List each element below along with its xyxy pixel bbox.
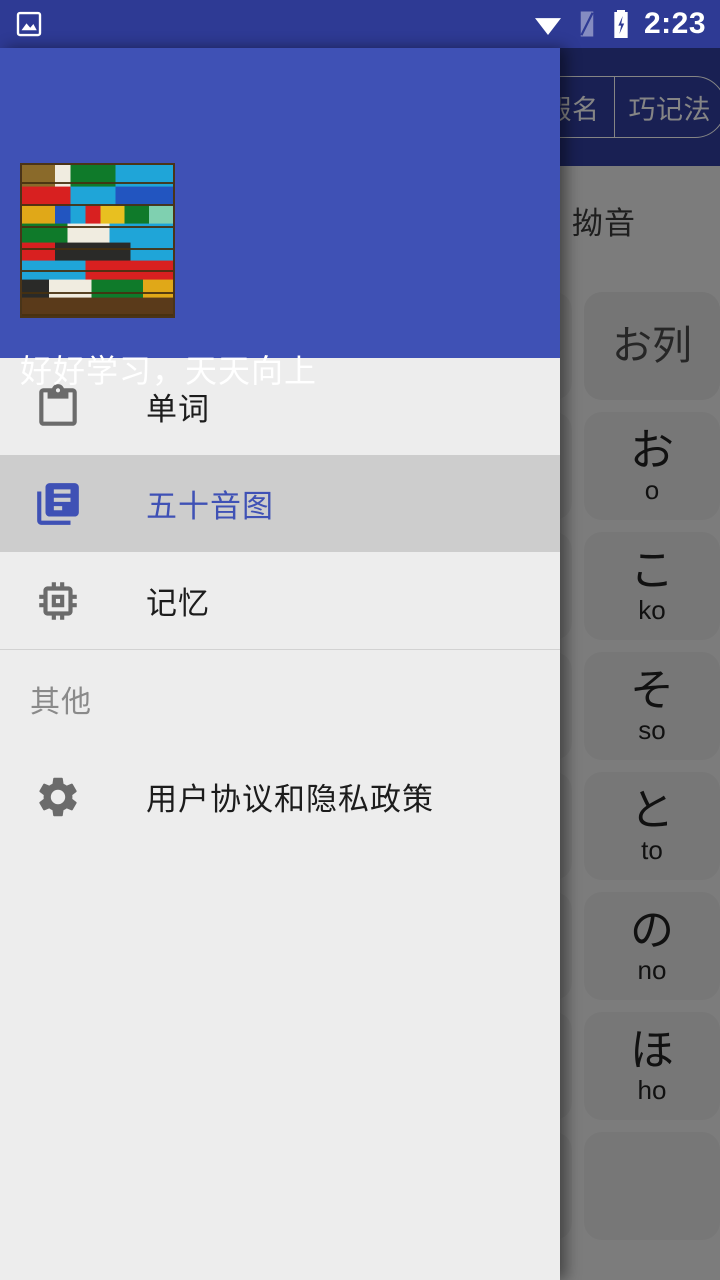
drawer-header: 好好学习，天天向上: [0, 48, 560, 389]
drawer-title: 好好学习，天天向上: [20, 353, 318, 389]
signal-icon: [580, 11, 594, 37]
drawer-menu: 单词 五十音图 记忆 其他 用户协议和隐私政策: [0, 358, 560, 1280]
sidebar-item-label: 五十音图: [146, 489, 274, 524]
battery-charging-icon: [614, 10, 628, 38]
sidebar-item-label: 记忆: [146, 586, 210, 621]
image-icon: [16, 11, 42, 37]
status-bar-clock: 2:23: [643, 7, 706, 40]
status-bar: 2:23: [0, 0, 720, 48]
sidebar-item-privacy-policy[interactable]: 用户协议和隐私政策: [0, 748, 560, 845]
sidebar-item-kana-chart[interactable]: 五十音图: [0, 455, 560, 552]
gear-icon: [30, 769, 86, 825]
memory-chip-icon: [30, 573, 86, 629]
brand-image: [20, 163, 175, 318]
status-bar-notifications: [14, 9, 44, 39]
sidebar-item-label: 用户协议和隐私政策: [146, 782, 434, 817]
sidebar-item-memory[interactable]: 记忆: [0, 552, 560, 649]
app-screen: 拗音 お列 お列 お o お o: [0, 0, 720, 1280]
library-books-icon: [30, 476, 86, 532]
wifi-icon: [534, 18, 561, 36]
status-bar-system-icons: 2:23: [532, 7, 706, 41]
drawer-scrim-overlay[interactable]: [560, 48, 720, 1280]
brick-grout-overlay: [22, 165, 173, 316]
drawer-section-label: 其他: [30, 686, 92, 719]
navigation-drawer: 好好学习，天天向上 单词 五十音图 记忆 其他 用户协议和隐私政策: [0, 48, 560, 1280]
